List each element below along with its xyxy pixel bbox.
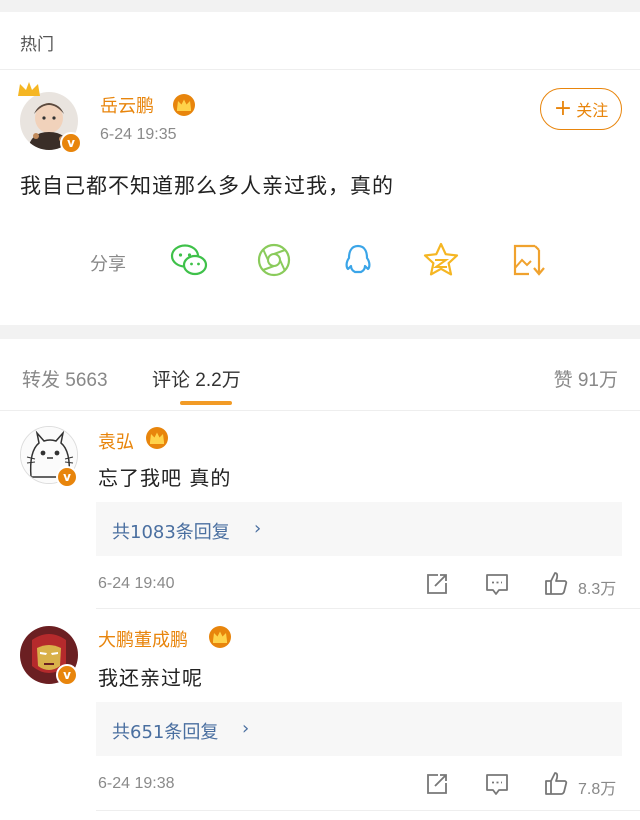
comment-icon[interactable] bbox=[484, 571, 510, 597]
verified-badge: v bbox=[56, 664, 78, 686]
comment-text: 忘了我吧 真的 bbox=[98, 466, 232, 490]
hot-header: 热门 bbox=[0, 12, 640, 70]
reply-count-link: 共651条回复 bbox=[112, 722, 219, 743]
save-image-icon[interactable] bbox=[507, 240, 547, 280]
like-count: 8.3万 bbox=[578, 581, 617, 598]
like-icon[interactable] bbox=[543, 570, 569, 596]
comment-author[interactable]: 袁弘 bbox=[98, 428, 134, 454]
follow-label: 关注 bbox=[576, 101, 609, 120]
verified-badge: v bbox=[60, 132, 82, 154]
plus-icon: + bbox=[553, 96, 573, 121]
reply-summary[interactable]: 共1083条回复 › bbox=[96, 502, 622, 556]
comment-text: 我还亲过呢 bbox=[98, 666, 203, 690]
wechat-icon[interactable] bbox=[169, 240, 209, 280]
chevron-right-icon: › bbox=[242, 718, 250, 739]
chevron-right-icon: › bbox=[254, 518, 262, 539]
poster-name[interactable]: 岳云鹏 bbox=[100, 92, 154, 118]
reply-summary[interactable]: 共651条回复 › bbox=[96, 702, 622, 756]
follow-button[interactable]: + 关注 bbox=[540, 88, 622, 130]
hot-label: 热门 bbox=[20, 35, 54, 55]
comment-author[interactable]: 大鹏董成鹏 bbox=[98, 626, 188, 652]
crown-decoration-icon bbox=[18, 82, 40, 96]
tab-comments[interactable]: 评论 2.2万 bbox=[152, 365, 241, 392]
share-label: 分享 bbox=[90, 254, 126, 275]
moments-icon[interactable] bbox=[254, 240, 294, 280]
verified-badge: v bbox=[56, 466, 78, 488]
tab-repost[interactable]: 转发 5663 bbox=[22, 365, 108, 392]
active-tab-underline bbox=[180, 401, 232, 405]
qq-icon[interactable] bbox=[338, 240, 378, 280]
comment-time: 6-24 19:38 bbox=[98, 775, 175, 792]
top-strip bbox=[0, 0, 640, 12]
share-icon[interactable] bbox=[424, 771, 450, 797]
comment-divider bbox=[96, 608, 640, 609]
tab-likes[interactable]: 赞 91万 bbox=[554, 365, 618, 392]
reply-count-link: 共1083条回复 bbox=[112, 522, 230, 543]
section-gap bbox=[0, 325, 640, 339]
comment-divider bbox=[96, 810, 640, 811]
post-time: 6-24 19:35 bbox=[100, 126, 177, 143]
member-crown-icon bbox=[209, 626, 231, 648]
member-crown-icon bbox=[173, 94, 195, 116]
qzone-icon[interactable] bbox=[421, 240, 461, 280]
member-crown-icon bbox=[146, 427, 168, 449]
share-icon[interactable] bbox=[424, 571, 450, 597]
like-icon[interactable] bbox=[543, 770, 569, 796]
comment-icon[interactable] bbox=[484, 771, 510, 797]
tab-bar: 转发 5663 评论 2.2万 赞 91万 bbox=[0, 339, 640, 411]
comment-time: 6-24 19:40 bbox=[98, 575, 175, 592]
post-text: 我自己都不知道那么多人亲过我，真的 bbox=[20, 174, 394, 198]
like-count: 7.8万 bbox=[578, 781, 617, 798]
